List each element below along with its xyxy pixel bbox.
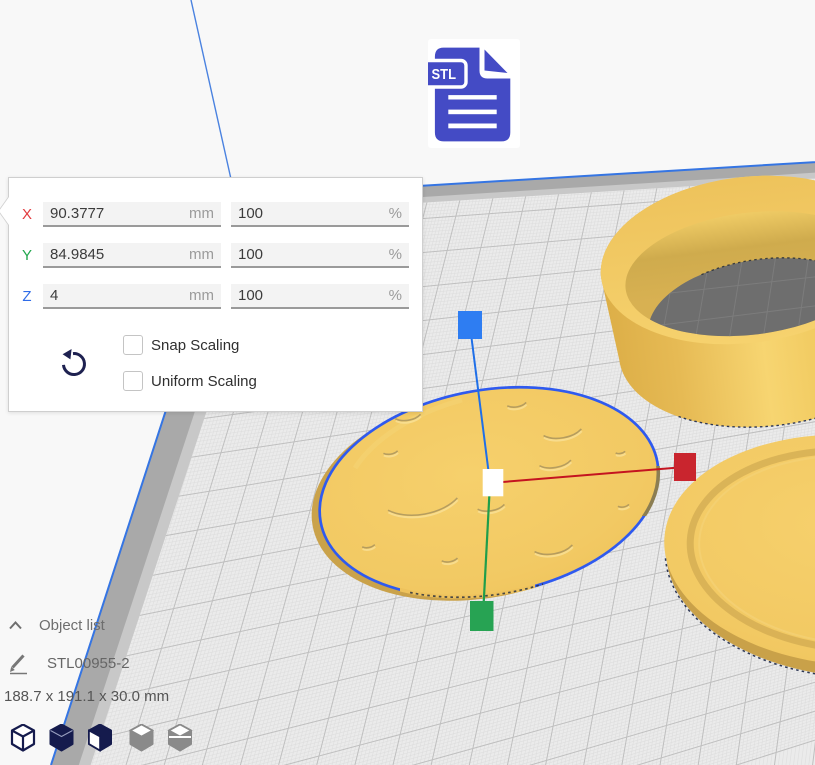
svg-text:STL: STL — [432, 67, 457, 83]
